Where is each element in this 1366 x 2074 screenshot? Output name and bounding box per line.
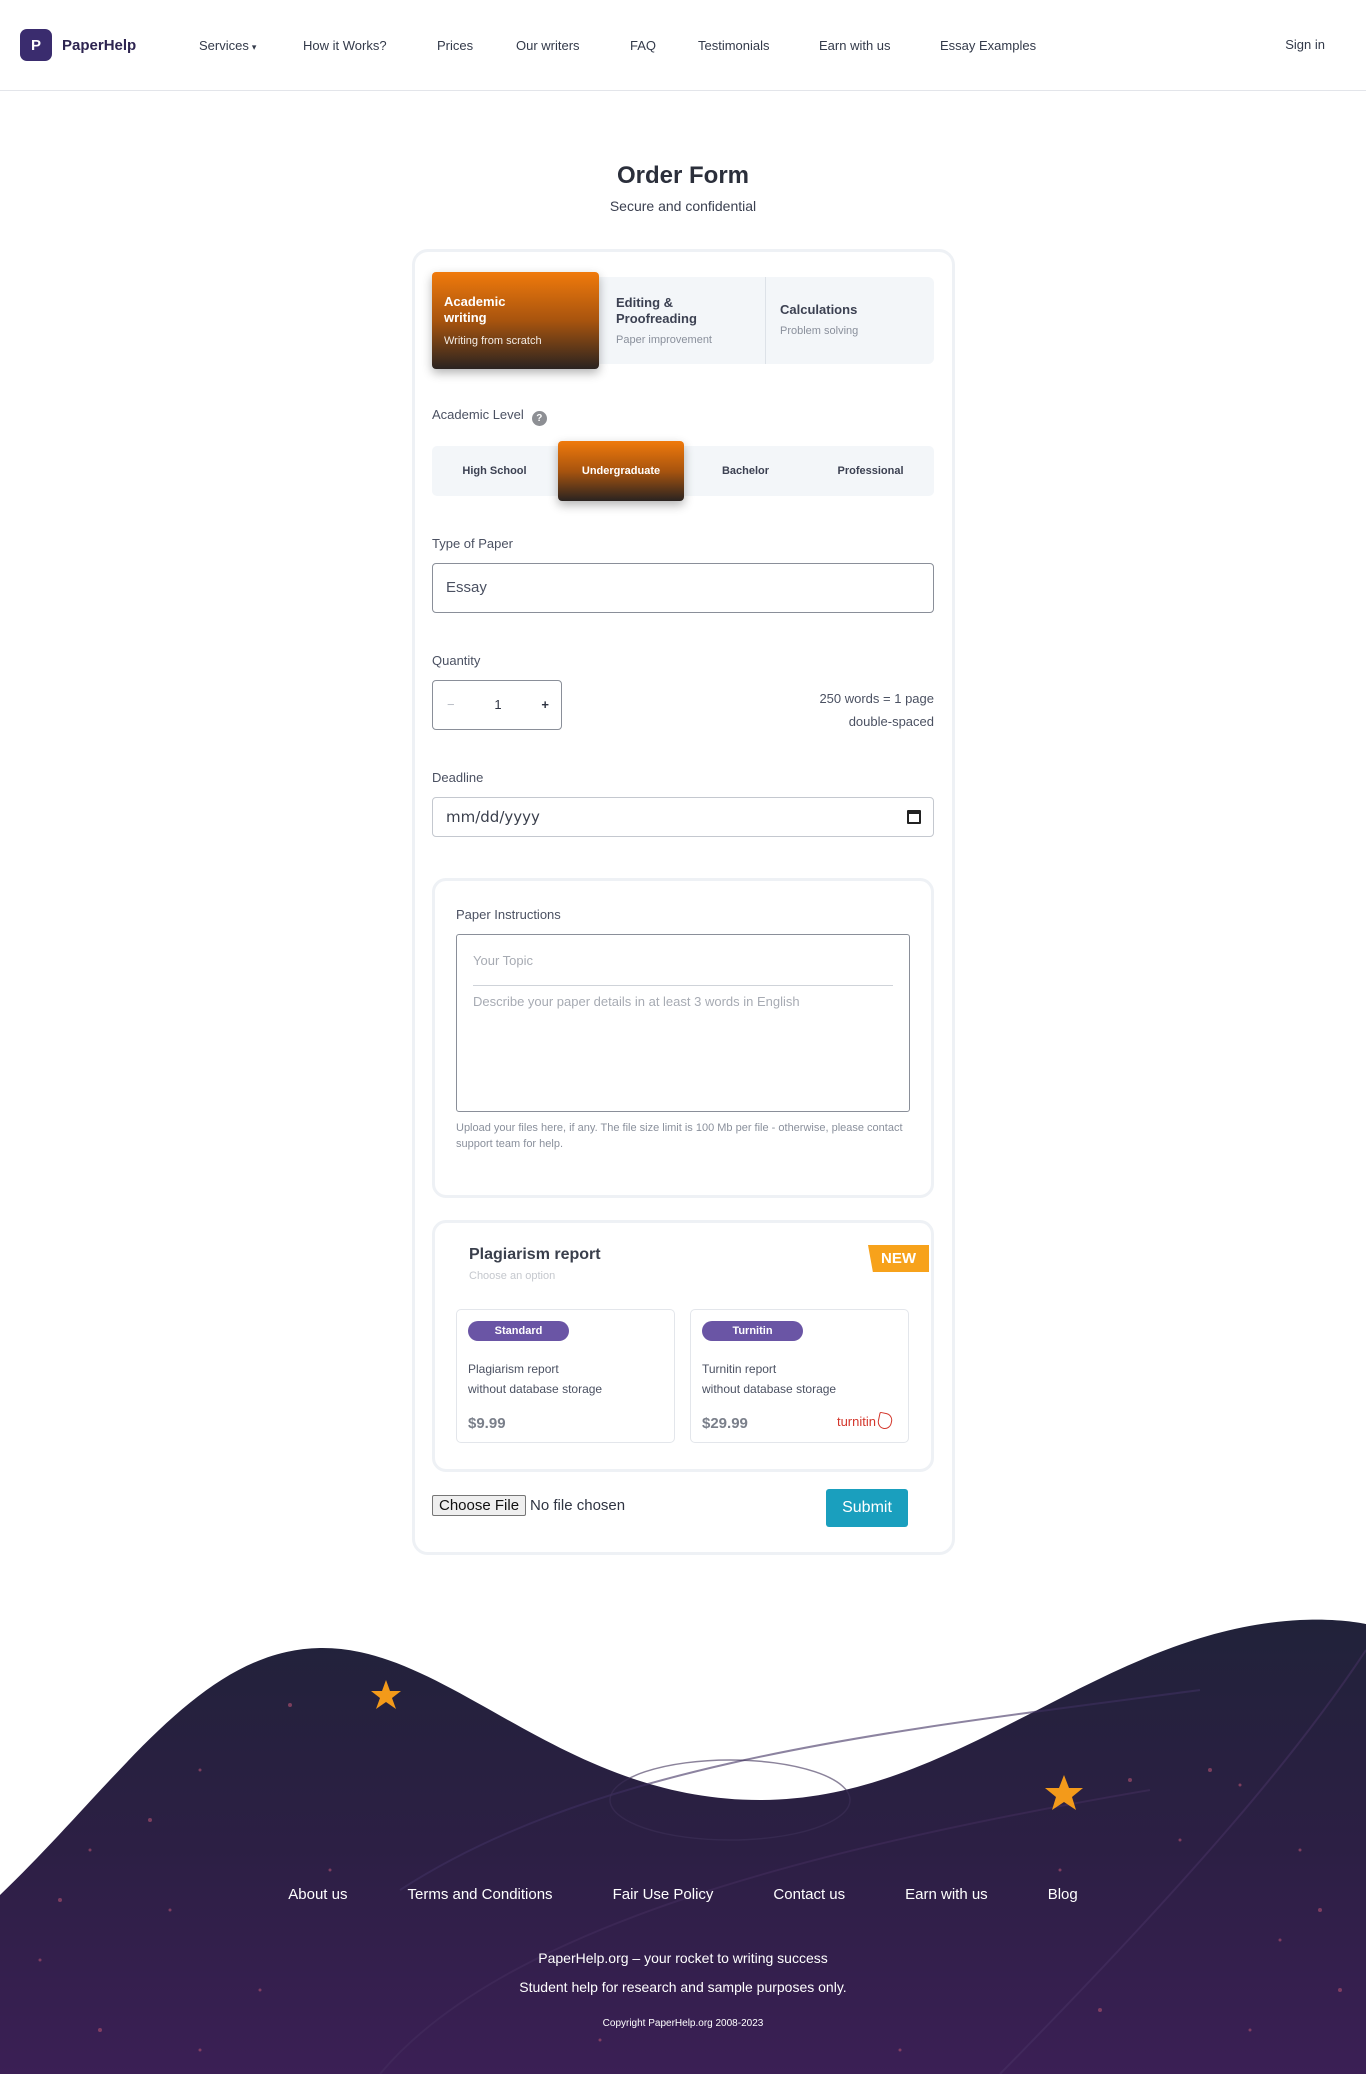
instructions-textarea[interactable]: Your Topic Describe your paper details i… — [456, 934, 910, 1112]
level-undergraduate[interactable]: Undergraduate — [558, 441, 684, 501]
page-size-note: 250 words = 1 page double-spaced — [819, 691, 934, 729]
page-title: Order Form — [616, 162, 750, 189]
level-bachelor[interactable]: Bachelor — [683, 446, 808, 496]
tab-title: Editing & Proofreading — [616, 295, 697, 326]
turnitin-icon — [876, 1411, 894, 1431]
instructions-label: Paper Instructions — [456, 907, 561, 922]
footer-link-blog[interactable]: Blog — [1048, 1886, 1078, 1903]
footer-copyright: Copyright PaperHelp.org 2008-2023 — [602, 2018, 764, 2029]
option-name-badge: Standard — [468, 1321, 569, 1341]
option-price: $9.99 — [468, 1415, 506, 1432]
service-tabs: Editing & Proofreading Paper improvement… — [432, 272, 934, 369]
minus-icon[interactable]: − — [447, 681, 455, 729]
tab-calculations[interactable]: Calculations Problem solving — [766, 277, 934, 364]
footer-links: About us Terms and Conditions Fair Use P… — [0, 1886, 1366, 1903]
tab-title: Academic writing — [444, 294, 506, 325]
site-header: P PaperHelp Services ▾ How it Works? Pric… — [0, 0, 1366, 91]
tab-editing-proofreading[interactable]: Editing & Proofreading Paper improvement — [602, 277, 765, 364]
logo[interactable]: P PaperHelp — [20, 29, 136, 61]
academic-level-label: Academic Level? — [432, 407, 547, 426]
option-price: $29.99 — [702, 1415, 748, 1432]
footer-tagline: PaperHelp.org – your rocket to writing s… — [519, 1950, 847, 1995]
option-name-badge: Turnitin — [702, 1321, 803, 1341]
option-description: Plagiarism report without database stora… — [468, 1362, 603, 1396]
logo-icon: P — [20, 29, 52, 61]
file-status: No file chosen — [530, 1497, 626, 1514]
option-standard[interactable]: Standard Plagiarism report without datab… — [456, 1309, 675, 1443]
deadline-label: Deadline — [432, 770, 484, 785]
footer-link-about[interactable]: About us — [288, 1886, 347, 1903]
quantity-label: Quantity — [432, 653, 481, 668]
main-nav: Services ▾ How it Works? Prices Our write… — [199, 38, 1036, 53]
footer-link-earn[interactable]: Earn with us — [905, 1886, 988, 1903]
file-upload: Choose File No file chosen — [432, 1495, 625, 1516]
new-badge: NEW — [868, 1245, 929, 1272]
option-description: Turnitin report without database storage — [702, 1362, 837, 1396]
details-input[interactable]: Describe your paper details in at least … — [473, 994, 800, 1009]
deadline-input[interactable]: mm/dd/yyyy — [432, 797, 934, 837]
plus-icon[interactable]: + — [541, 681, 549, 729]
turnitin-logo: turnitin — [837, 1411, 894, 1431]
divider — [473, 985, 893, 986]
upload-note: Upload your files here, if any. The file… — [456, 1122, 903, 1150]
caret-down-icon: ▾ — [251, 42, 257, 52]
footer-link-fair-use[interactable]: Fair Use Policy — [613, 1886, 714, 1903]
tab-subtitle: Problem solving — [780, 325, 859, 337]
tab-academic-writing[interactable]: Academic writing Writing from scratch — [432, 272, 599, 369]
academic-level-selector: High School Bachelor Professional Underg… — [432, 441, 934, 501]
nav-testimonials[interactable]: Testimonials — [698, 38, 819, 53]
level-high-school[interactable]: High School — [432, 446, 557, 496]
nav-our-writers[interactable]: Our writers — [516, 38, 630, 53]
nav-earn-with-us[interactable]: Earn with us — [819, 38, 940, 53]
plagiarism-subtitle: Choose an option — [469, 1270, 556, 1282]
nav-how-it-works[interactable]: How it Works? — [303, 38, 437, 53]
paper-type-select[interactable]: Essay — [432, 563, 934, 613]
nav-prices[interactable]: Prices — [437, 38, 516, 53]
option-turnitin[interactable]: Turnitin Turnitin report without databas… — [690, 1309, 909, 1443]
logo-text: PaperHelp — [62, 36, 137, 54]
sign-in-link[interactable]: Sign in — [1285, 37, 1325, 52]
tab-title: Calculations — [780, 302, 858, 317]
tab-subtitle: Paper improvement — [616, 334, 712, 346]
nav-services[interactable]: Services ▾ — [199, 38, 303, 53]
tab-subtitle: Writing from scratch — [444, 335, 542, 347]
deadline-placeholder: mm/dd/yyyy — [446, 808, 540, 826]
nav-essay-examples[interactable]: Essay Examples — [940, 38, 1036, 53]
calendar-icon[interactable] — [907, 810, 921, 824]
quantity-stepper: 1 − + — [432, 680, 562, 730]
submit-button[interactable]: Submit — [826, 1489, 908, 1527]
page-subtitle: Secure and confidential — [609, 198, 757, 214]
footer-background — [0, 1619, 1366, 2074]
topic-input[interactable]: Your Topic — [473, 953, 533, 968]
footer-link-terms[interactable]: Terms and Conditions — [407, 1886, 552, 1903]
paper-type-label: Type of Paper — [432, 536, 513, 551]
choose-file-button[interactable]: Choose File — [432, 1495, 527, 1516]
help-icon[interactable]: ? — [531, 411, 547, 426]
plagiarism-title: Plagiarism report — [469, 1246, 601, 1263]
level-professional[interactable]: Professional — [808, 446, 933, 496]
footer-link-contact[interactable]: Contact us — [773, 1886, 845, 1903]
nav-faq[interactable]: FAQ — [630, 38, 698, 53]
